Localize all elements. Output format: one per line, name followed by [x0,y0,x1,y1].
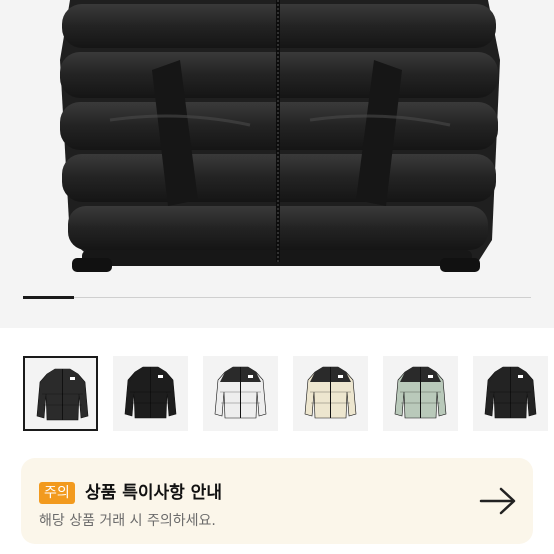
jacket-thumbnail-image [394,366,447,419]
jacket-thumbnail-image [484,366,537,419]
thumbnail-1[interactable] [23,356,98,431]
thumbnail-3[interactable] [203,356,278,431]
caution-badge: 주의 [39,482,75,504]
jacket-thumbnail-image [124,366,177,419]
thumbnail-4[interactable] [293,356,368,431]
thumbnail-6[interactable] [473,356,548,431]
notice-subtitle: 해당 상품 거래 시 주의하세요. [39,513,216,529]
gallery-progress-bar [23,296,531,299]
thumbnail-5[interactable] [383,356,458,431]
gallery-progress-fill [23,296,74,299]
puffer-jacket-image [60,0,500,272]
thumbnail-2[interactable] [113,356,188,431]
notice-title: 상품 특이사항 안내 [85,483,222,503]
product-notice-banner[interactable]: 주의 상품 특이사항 안내 해당 상품 거래 시 주의하세요. [21,458,533,544]
thumbnail-strip [0,356,554,432]
jacket-thumbnail-image [304,366,357,419]
jacket-thumbnail-image [214,366,267,419]
arrow-right-icon[interactable] [479,486,517,516]
jacket-thumbnail-image [36,368,89,421]
product-main-image[interactable] [0,0,554,328]
